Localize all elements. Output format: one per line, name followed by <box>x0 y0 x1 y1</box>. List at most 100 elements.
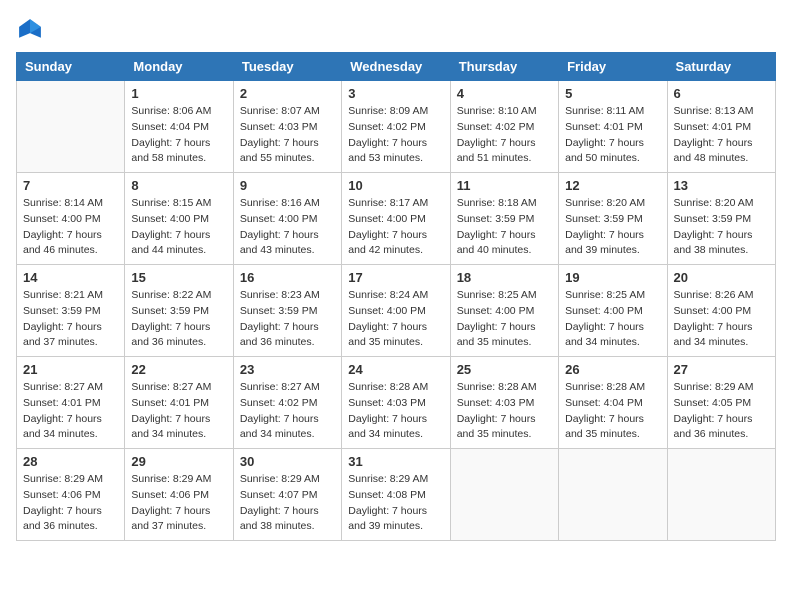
day-info: Sunrise: 8:29 AMSunset: 4:06 PMDaylight:… <box>23 472 118 535</box>
day-number: 15 <box>131 270 226 285</box>
day-info: Sunrise: 8:27 AMSunset: 4:02 PMDaylight:… <box>240 380 335 443</box>
calendar-cell: 4Sunrise: 8:10 AMSunset: 4:02 PMDaylight… <box>450 81 558 173</box>
calendar-week-row: 14 Sunrise: 8:21 AMSunset: 3:59 PMDayligh… <box>17 265 776 357</box>
day-info: Sunrise: 8:18 AMSunset: 3:59 PMDaylight:… <box>457 196 552 259</box>
day-number: 7 <box>23 178 118 193</box>
day-number: 19 <box>565 270 660 285</box>
weekday-header-tuesday: Tuesday <box>233 53 341 81</box>
day-info: Sunrise: 8:09 AMSunset: 4:02 PMDaylight:… <box>348 104 443 167</box>
day-number: 23 <box>240 362 335 377</box>
day-number: 31 <box>348 454 443 469</box>
calendar-cell <box>559 449 667 541</box>
calendar-cell: 22 Sunrise: 8:27 AMSunset: 4:01 PMDayligh… <box>125 357 233 449</box>
day-info: Sunrise: 8:27 AMSunset: 4:01 PMDaylight:… <box>131 380 226 443</box>
calendar-cell: 7 Sunrise: 8:14 AMSunset: 4:00 PMDaylight… <box>17 173 125 265</box>
calendar-cell: 2 Sunrise: 8:07 AMSunset: 4:03 PMDaylight… <box>233 81 341 173</box>
calendar-cell: 19 Sunrise: 8:25 AMSunset: 4:00 PMDayligh… <box>559 265 667 357</box>
calendar-cell: 11 Sunrise: 8:18 AMSunset: 3:59 PMDayligh… <box>450 173 558 265</box>
day-number: 14 <box>23 270 118 285</box>
page-header <box>16 16 776 44</box>
logo <box>16 16 48 44</box>
day-number: 3 <box>348 86 443 101</box>
day-number: 9 <box>240 178 335 193</box>
calendar-cell: 12Sunrise: 8:20 AMSunset: 3:59 PMDayligh… <box>559 173 667 265</box>
calendar-cell: 25Sunrise: 8:28 AMSunset: 4:03 PMDayligh… <box>450 357 558 449</box>
calendar-week-row: 1 Sunrise: 8:06 AMSunset: 4:04 PMDaylight… <box>17 81 776 173</box>
weekday-header-thursday: Thursday <box>450 53 558 81</box>
day-number: 22 <box>131 362 226 377</box>
day-number: 2 <box>240 86 335 101</box>
day-info: Sunrise: 8:24 AMSunset: 4:00 PMDaylight:… <box>348 288 443 351</box>
day-info: Sunrise: 8:15 AMSunset: 4:00 PMDaylight:… <box>131 196 226 259</box>
day-number: 6 <box>674 86 769 101</box>
day-number: 8 <box>131 178 226 193</box>
calendar-week-row: 28 Sunrise: 8:29 AMSunset: 4:06 PMDayligh… <box>17 449 776 541</box>
calendar-cell: 9 Sunrise: 8:16 AMSunset: 4:00 PMDaylight… <box>233 173 341 265</box>
day-number: 20 <box>674 270 769 285</box>
day-number: 21 <box>23 362 118 377</box>
calendar-week-row: 7 Sunrise: 8:14 AMSunset: 4:00 PMDaylight… <box>17 173 776 265</box>
day-info: Sunrise: 8:06 AMSunset: 4:04 PMDaylight:… <box>131 104 226 167</box>
weekday-header-saturday: Saturday <box>667 53 775 81</box>
calendar-cell: 21 Sunrise: 8:27 AMSunset: 4:01 PMDayligh… <box>17 357 125 449</box>
calendar-cell: 1 Sunrise: 8:06 AMSunset: 4:04 PMDaylight… <box>125 81 233 173</box>
day-number: 24 <box>348 362 443 377</box>
day-info: Sunrise: 8:07 AMSunset: 4:03 PMDaylight:… <box>240 104 335 167</box>
day-info: Sunrise: 8:21 AMSunset: 3:59 PMDaylight:… <box>23 288 118 351</box>
calendar-cell: 10 Sunrise: 8:17 AMSunset: 4:00 PMDayligh… <box>342 173 450 265</box>
calendar-cell: 18 Sunrise: 8:25 AMSunset: 4:00 PMDayligh… <box>450 265 558 357</box>
day-info: Sunrise: 8:29 AMSunset: 4:06 PMDaylight:… <box>131 472 226 535</box>
calendar-cell <box>17 81 125 173</box>
day-info: Sunrise: 8:25 AMSunset: 4:00 PMDaylight:… <box>565 288 660 351</box>
day-info: Sunrise: 8:27 AMSunset: 4:01 PMDaylight:… <box>23 380 118 443</box>
weekday-header-sunday: Sunday <box>17 53 125 81</box>
day-info: Sunrise: 8:28 AMSunset: 4:04 PMDaylight:… <box>565 380 660 443</box>
calendar-cell: 17Sunrise: 8:24 AMSunset: 4:00 PMDayligh… <box>342 265 450 357</box>
day-info: Sunrise: 8:23 AMSunset: 3:59 PMDaylight:… <box>240 288 335 351</box>
calendar-table: SundayMondayTuesdayWednesdayThursdayFrid… <box>16 52 776 541</box>
calendar-cell: 20 Sunrise: 8:26 AMSunset: 4:00 PMDayligh… <box>667 265 775 357</box>
day-info: Sunrise: 8:16 AMSunset: 4:00 PMDaylight:… <box>240 196 335 259</box>
day-number: 18 <box>457 270 552 285</box>
calendar-cell: 15 Sunrise: 8:22 AMSunset: 3:59 PMDayligh… <box>125 265 233 357</box>
calendar-cell: 3 Sunrise: 8:09 AMSunset: 4:02 PMDaylight… <box>342 81 450 173</box>
day-info: Sunrise: 8:29 AMSunset: 4:05 PMDaylight:… <box>674 380 769 443</box>
calendar-cell: 23 Sunrise: 8:27 AMSunset: 4:02 PMDayligh… <box>233 357 341 449</box>
weekday-header-friday: Friday <box>559 53 667 81</box>
day-number: 11 <box>457 178 552 193</box>
day-number: 16 <box>240 270 335 285</box>
logo-icon <box>16 16 44 44</box>
calendar-cell: 31 Sunrise: 8:29 AMSunset: 4:08 PMDayligh… <box>342 449 450 541</box>
day-number: 10 <box>348 178 443 193</box>
day-info: Sunrise: 8:10 AMSunset: 4:02 PMDaylight:… <box>457 104 552 167</box>
day-info: Sunrise: 8:29 AMSunset: 4:08 PMDaylight:… <box>348 472 443 535</box>
day-info: Sunrise: 8:17 AMSunset: 4:00 PMDaylight:… <box>348 196 443 259</box>
day-number: 26 <box>565 362 660 377</box>
weekday-header-wednesday: Wednesday <box>342 53 450 81</box>
day-number: 13 <box>674 178 769 193</box>
day-info: Sunrise: 8:28 AMSunset: 4:03 PMDaylight:… <box>348 380 443 443</box>
calendar-cell: 24 Sunrise: 8:28 AMSunset: 4:03 PMDayligh… <box>342 357 450 449</box>
day-info: Sunrise: 8:28 AMSunset: 4:03 PMDaylight:… <box>457 380 552 443</box>
day-info: Sunrise: 8:29 AMSunset: 4:07 PMDaylight:… <box>240 472 335 535</box>
calendar-cell: 26 Sunrise: 8:28 AMSunset: 4:04 PMDayligh… <box>559 357 667 449</box>
calendar-cell: 5Sunrise: 8:11 AMSunset: 4:01 PMDaylight… <box>559 81 667 173</box>
calendar-cell <box>667 449 775 541</box>
day-number: 1 <box>131 86 226 101</box>
day-number: 30 <box>240 454 335 469</box>
calendar-cell: 8 Sunrise: 8:15 AMSunset: 4:00 PMDaylight… <box>125 173 233 265</box>
day-info: Sunrise: 8:14 AMSunset: 4:00 PMDaylight:… <box>23 196 118 259</box>
weekday-header-monday: Monday <box>125 53 233 81</box>
day-info: Sunrise: 8:11 AMSunset: 4:01 PMDaylight:… <box>565 104 660 167</box>
day-info: Sunrise: 8:20 AMSunset: 3:59 PMDaylight:… <box>674 196 769 259</box>
day-info: Sunrise: 8:25 AMSunset: 4:00 PMDaylight:… <box>457 288 552 351</box>
day-info: Sunrise: 8:13 AMSunset: 4:01 PMDaylight:… <box>674 104 769 167</box>
weekday-header-row: SundayMondayTuesdayWednesdayThursdayFrid… <box>17 53 776 81</box>
day-info: Sunrise: 8:26 AMSunset: 4:00 PMDaylight:… <box>674 288 769 351</box>
calendar-cell: 13 Sunrise: 8:20 AMSunset: 3:59 PMDayligh… <box>667 173 775 265</box>
calendar-cell <box>450 449 558 541</box>
calendar-week-row: 21 Sunrise: 8:27 AMSunset: 4:01 PMDayligh… <box>17 357 776 449</box>
calendar-cell: 27Sunrise: 8:29 AMSunset: 4:05 PMDayligh… <box>667 357 775 449</box>
day-number: 28 <box>23 454 118 469</box>
day-info: Sunrise: 8:22 AMSunset: 3:59 PMDaylight:… <box>131 288 226 351</box>
